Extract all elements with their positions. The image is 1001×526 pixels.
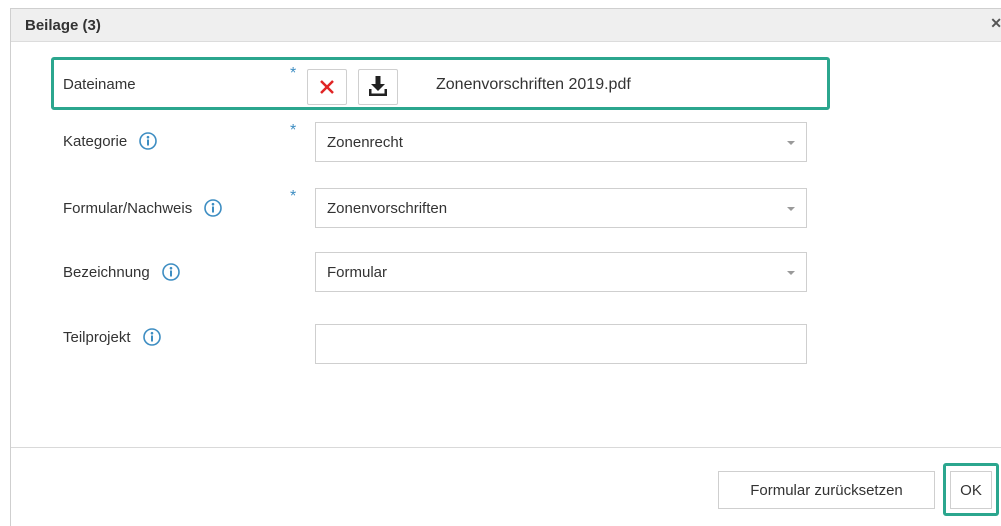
teilprojekt-input[interactable] [315, 324, 807, 364]
chevron-down-icon [787, 207, 795, 211]
reset-form-button[interactable]: Formular zurücksetzen [718, 471, 935, 509]
download-file-button[interactable] [358, 69, 398, 105]
file-name[interactable]: Zonenvorschriften 2019.pdf [436, 76, 631, 94]
kategorie-value: Zonenrecht [327, 134, 403, 151]
formular-value: Zonenvorschriften [327, 200, 448, 217]
required-marker: * [290, 122, 297, 139]
bezeichnung-value: Formular [327, 264, 388, 281]
delete-file-button[interactable] [307, 69, 347, 105]
formular-label-text: Formular/Nachweis [63, 200, 193, 217]
dateiname-label: Dateiname [63, 76, 136, 93]
bezeichnung-select[interactable]: Formular [315, 252, 807, 292]
download-icon [369, 76, 387, 96]
kategorie-label: Kategorie [63, 131, 158, 150]
bezeichnung-label-text: Bezeichnung [63, 264, 150, 281]
kategorie-label-text: Kategorie [63, 133, 128, 150]
ok-button[interactable]: OK [950, 471, 992, 509]
kategorie-select[interactable]: Zonenrecht [315, 122, 807, 162]
info-icon[interactable] [204, 198, 223, 217]
formular-select[interactable]: Zonenvorschriften [315, 188, 807, 228]
teilprojekt-label: Teilprojekt [63, 327, 161, 346]
formular-label: Formular/Nachweis [63, 198, 223, 217]
chevron-down-icon [787, 271, 795, 275]
close-icon[interactable]: ✕ [990, 15, 1001, 32]
close-icon [320, 80, 334, 94]
required-marker: * [290, 188, 297, 205]
teilprojekt-label-text: Teilprojekt [63, 329, 131, 346]
footer-divider [11, 447, 1001, 448]
info-icon[interactable] [162, 262, 180, 281]
chevron-down-icon [787, 141, 795, 145]
required-marker: * [290, 65, 297, 82]
info-icon[interactable] [142, 327, 161, 346]
dialog-header: Beilage (3) ✕ [11, 9, 1001, 42]
attachment-dialog: Beilage (3) ✕ Dateiname * Zonenvorschrif… [10, 8, 1001, 526]
info-icon[interactable] [139, 131, 158, 150]
dialog-title: Beilage (3) [25, 17, 101, 34]
bezeichnung-label: Bezeichnung [63, 262, 180, 281]
